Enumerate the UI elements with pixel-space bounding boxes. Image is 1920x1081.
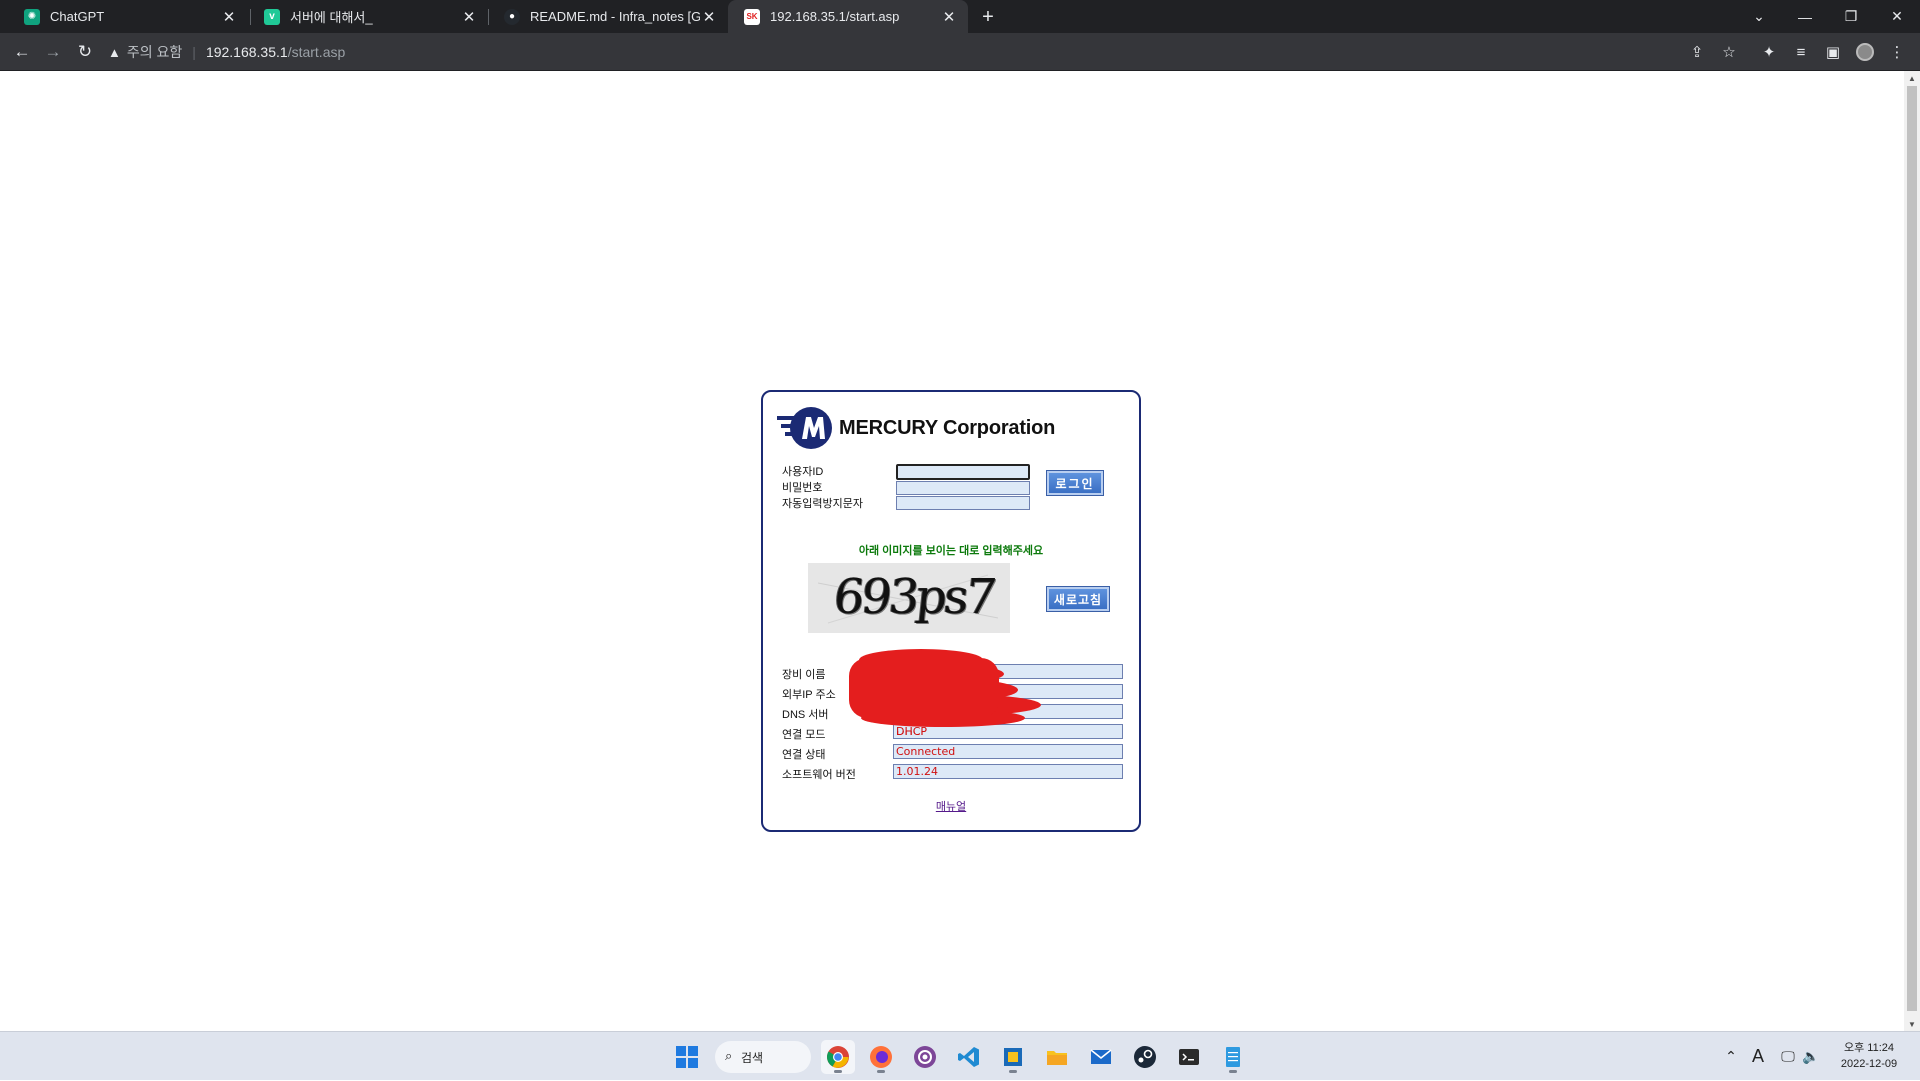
- taskbar-clock[interactable]: 오후 11:24 2022-12-09: [1824, 1040, 1914, 1072]
- clock-time: 오후 11:24: [1843, 1042, 1894, 1054]
- reload-button[interactable]: ↻: [71, 38, 99, 66]
- velog-icon: v: [264, 8, 280, 25]
- password-label: 비밀번호: [782, 482, 823, 494]
- taskbar-search[interactable]: ⌕ 검색: [715, 1041, 811, 1073]
- software-version-field: 1.01.24: [893, 764, 1123, 779]
- forward-button[interactable]: →: [39, 38, 67, 66]
- scroll-up-arrow-icon[interactable]: ▲: [1904, 71, 1920, 85]
- tab-search-button[interactable]: ⌄: [1736, 0, 1782, 33]
- active-indicator: [1009, 1070, 1017, 1073]
- scroll-down-arrow-icon[interactable]: ▼: [1904, 1017, 1920, 1031]
- close-icon[interactable]: ✕: [940, 8, 958, 26]
- side-panel-icon[interactable]: ▣: [1819, 38, 1847, 66]
- virtualbox-icon[interactable]: [996, 1040, 1030, 1074]
- close-icon[interactable]: ✕: [220, 8, 238, 26]
- tab-chatgpt[interactable]: ✺ ChatGPT ✕: [8, 0, 248, 33]
- menu-icon[interactable]: ⋮: [1883, 38, 1911, 66]
- close-window-button[interactable]: ✕: [1874, 0, 1920, 33]
- chatgpt-icon: ✺: [24, 8, 40, 25]
- brand-logo: MERCURY Corporation: [777, 406, 1055, 450]
- browser-toolbar: ← → ↻ ▲ 주의 요함 | 192.168.35.1 /start.asp …: [0, 33, 1920, 71]
- page-content: MERCURY Corporation 사용자ID 비밀번호 자동입력방지문자 …: [0, 71, 1904, 1031]
- windows-start-icon[interactable]: [670, 1040, 704, 1074]
- chrome-icon[interactable]: [821, 1040, 855, 1074]
- brand-name: MERCURY Corporation: [839, 416, 1056, 439]
- tab-title: README.md - Infra_notes [GitHub]: [530, 9, 700, 24]
- active-indicator: [877, 1070, 885, 1073]
- scroll-thumb[interactable]: [1907, 86, 1917, 1011]
- vscode-icon[interactable]: [952, 1040, 986, 1074]
- dns-server-label: DNS 서버: [782, 709, 829, 721]
- tor-browser-icon[interactable]: [908, 1040, 942, 1074]
- captcha-hint: 아래 이미지를 보이는 대로 입력해주세요: [858, 545, 1044, 557]
- warning-icon[interactable]: ▲: [108, 45, 121, 60]
- page-scrollbar[interactable]: ▲ ▼: [1904, 71, 1920, 1031]
- sk-icon: SK: [744, 8, 760, 25]
- tab-github[interactable]: ● README.md - Infra_notes [GitHub] ✕: [488, 0, 728, 33]
- connection-status-field: Connected: [893, 744, 1123, 759]
- captcha-image: 693ps7: [808, 563, 1010, 633]
- url-host[interactable]: 192.168.35.1: [206, 44, 288, 60]
- active-indicator: [834, 1070, 842, 1073]
- login-panel: MERCURY Corporation 사용자ID 비밀번호 자동입력방지문자 …: [761, 390, 1141, 832]
- tab-strip: ✺ ChatGPT ✕ v 서버에 대해서_ ✕ ● README.md - I…: [0, 0, 1920, 33]
- captcha-input[interactable]: [896, 496, 1030, 510]
- close-icon[interactable]: ✕: [700, 8, 718, 26]
- captcha-input-label: 자동입력방지문자: [782, 498, 863, 510]
- firefox-icon[interactable]: [864, 1040, 898, 1074]
- tab-title: 서버에 대해서_: [290, 10, 373, 25]
- connection-status-label: 연결 상태: [782, 749, 826, 761]
- user-id-label: 사용자ID: [782, 466, 824, 478]
- extensions-icon[interactable]: ✦: [1755, 38, 1783, 66]
- login-button[interactable]: 로그인: [1047, 471, 1103, 495]
- terminal-icon[interactable]: [1172, 1040, 1206, 1074]
- active-indicator: [1229, 1070, 1237, 1073]
- password-input[interactable]: [896, 481, 1030, 495]
- redaction-scribble: [849, 649, 1041, 727]
- security-label[interactable]: 주의 요함: [127, 42, 182, 62]
- mail-icon[interactable]: [1084, 1040, 1118, 1074]
- profile-avatar-icon[interactable]: [1851, 38, 1879, 66]
- tab-title: ChatGPT: [50, 9, 105, 24]
- share-icon[interactable]: ⇪: [1683, 38, 1711, 66]
- github-icon: ●: [504, 8, 520, 25]
- user-id-input[interactable]: [896, 464, 1030, 480]
- network-icon[interactable]: 🖵: [1776, 1032, 1800, 1081]
- notepad-icon[interactable]: [1216, 1040, 1250, 1074]
- ime-indicator[interactable]: A: [1746, 1032, 1770, 1081]
- minimize-button[interactable]: —: [1782, 0, 1828, 33]
- url-path[interactable]: /start.asp: [288, 44, 346, 60]
- manual-link[interactable]: 매뉴얼: [763, 798, 1139, 814]
- chevron-up-icon[interactable]: ⌃: [1720, 1032, 1742, 1081]
- address-bar[interactable]: ▲ 주의 요함 | 192.168.35.1 /start.asp: [108, 37, 1708, 67]
- windows-taskbar: ⌕ 검색 ⌃ A 🖵 🔈 오후 11:24 2022-12-09: [0, 1031, 1920, 1080]
- back-button[interactable]: ←: [8, 38, 36, 66]
- captcha-text: 693ps7: [831, 569, 997, 625]
- media-control-icon[interactable]: ≡: [1787, 38, 1815, 66]
- volume-icon[interactable]: 🔈: [1800, 1032, 1822, 1081]
- divider: |: [192, 44, 196, 60]
- device-name-label: 장비 이름: [782, 669, 826, 681]
- tab-router[interactable]: SK 192.168.35.1/start.asp ✕: [728, 0, 968, 33]
- steam-icon[interactable]: [1128, 1040, 1162, 1074]
- restore-button[interactable]: ❐: [1828, 0, 1874, 33]
- software-version-label: 소프트웨어 버전: [782, 769, 856, 781]
- external-ip-label: 외부IP 주소: [782, 689, 836, 701]
- clock-date: 2022-12-09: [1840, 1058, 1898, 1070]
- refresh-captcha-button[interactable]: 새로고침: [1047, 587, 1109, 611]
- new-tab-button[interactable]: +: [976, 5, 1000, 29]
- tab-velog[interactable]: v 서버에 대해서_ ✕: [248, 0, 488, 33]
- file-explorer-icon[interactable]: [1040, 1040, 1074, 1074]
- connection-mode-label: 연결 모드: [782, 729, 826, 741]
- bookmark-star-icon[interactable]: ☆: [1715, 38, 1743, 66]
- close-icon[interactable]: ✕: [460, 8, 478, 26]
- mercury-logo-icon: [777, 406, 835, 450]
- tab-title: 192.168.35.1/start.asp: [770, 9, 900, 24]
- search-label: 검색: [741, 1050, 764, 1065]
- search-icon: ⌕: [725, 1048, 733, 1063]
